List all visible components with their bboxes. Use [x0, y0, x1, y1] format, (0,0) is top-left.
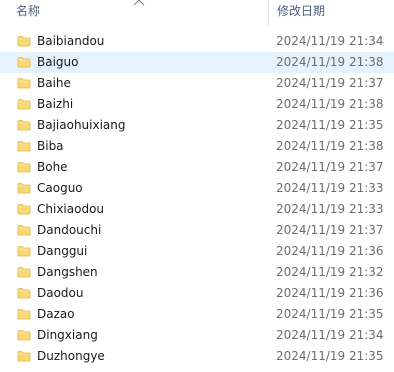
file-list-row[interactable]: Baiguo 2024/11/19 21:38: [0, 52, 394, 73]
date-modified: 2024/11/19 21:37: [276, 223, 384, 237]
folder-icon: [17, 288, 31, 299]
file-list-row[interactable]: Caoguo 2024/11/19 21:33: [0, 178, 394, 199]
file-name: Caoguo: [37, 181, 83, 195]
file-name: Bohe: [37, 160, 68, 174]
date-modified: 2024/11/19 21:35: [276, 118, 384, 132]
folder-icon: [17, 246, 31, 257]
file-name: Dingxiang: [37, 328, 98, 342]
column-header-date-modified[interactable]: 修改日期: [277, 3, 325, 19]
sort-up-icon: [133, 0, 145, 6]
file-list-row[interactable]: Baihe 2024/11/19 21:37: [0, 73, 394, 94]
file-list-row[interactable]: Danggui 2024/11/19 21:36: [0, 241, 394, 262]
file-name: Dazao: [37, 307, 75, 321]
date-modified: 2024/11/19 21:36: [276, 286, 384, 300]
file-name: Baiguo: [37, 55, 79, 69]
date-modified: 2024/11/19 21:35: [276, 307, 384, 321]
folder-icon: [17, 309, 31, 320]
file-name: Chixiaodou: [37, 202, 105, 216]
column-divider[interactable]: [268, 0, 269, 26]
file-list-row[interactable]: Bohe 2024/11/19 21:37: [0, 157, 394, 178]
date-modified: 2024/11/19 21:37: [276, 76, 384, 90]
file-list-row[interactable]: Dazao 2024/11/19 21:35: [0, 304, 394, 325]
date-modified: 2024/11/19 21:38: [276, 55, 384, 69]
folder-icon: [17, 120, 31, 131]
folder-icon: [17, 204, 31, 215]
file-list-row[interactable]: Baizhi 2024/11/19 21:38: [0, 94, 394, 115]
folder-icon: [17, 36, 31, 47]
date-modified: 2024/11/19 21:35: [276, 349, 384, 363]
file-list-row[interactable]: Biba 2024/11/19 21:38: [0, 136, 394, 157]
folder-icon: [17, 225, 31, 236]
file-name: Duzhongye: [37, 349, 105, 363]
date-modified: 2024/11/19 21:36: [276, 244, 384, 258]
date-modified: 2024/11/19 21:38: [276, 97, 384, 111]
file-name: Daodou: [37, 286, 84, 300]
date-modified: 2024/11/19 21:33: [276, 181, 384, 195]
file-name: Dandouchi: [37, 223, 102, 237]
file-name: Danggui: [37, 244, 88, 258]
file-name: Baizhi: [37, 97, 74, 111]
column-header: 名称 修改日期: [0, 0, 394, 26]
file-list-row[interactable]: Dangshen 2024/11/19 21:32: [0, 262, 394, 283]
date-modified: 2024/11/19 21:34: [276, 34, 384, 48]
folder-icon: [17, 141, 31, 152]
file-list: Baibiandou 2024/11/19 21:34 Baiguo 2024/…: [0, 31, 394, 367]
file-list-row[interactable]: Duzhongye 2024/11/19 21:35: [0, 346, 394, 367]
file-list-row[interactable]: Daodou 2024/11/19 21:36: [0, 283, 394, 304]
file-name: Dangshen: [37, 265, 98, 279]
file-name: Biba: [37, 139, 64, 153]
file-list-row[interactable]: Dandouchi 2024/11/19 21:37: [0, 220, 394, 241]
file-list-row[interactable]: Chixiaodou 2024/11/19 21:33: [0, 199, 394, 220]
file-list-row[interactable]: Baibiandou 2024/11/19 21:34: [0, 31, 394, 52]
date-modified: 2024/11/19 21:32: [276, 265, 384, 279]
folder-icon: [17, 183, 31, 194]
folder-icon: [17, 267, 31, 278]
date-modified: 2024/11/19 21:33: [276, 202, 384, 216]
file-name: Bajiaohuixiang: [37, 118, 126, 132]
date-modified: 2024/11/19 21:34: [276, 328, 384, 342]
folder-icon: [17, 162, 31, 173]
folder-icon: [17, 78, 31, 89]
file-list-row[interactable]: Bajiaohuixiang 2024/11/19 21:35: [0, 115, 394, 136]
folder-icon: [17, 330, 31, 341]
folder-icon: [17, 99, 31, 110]
file-name: Baihe: [37, 76, 71, 90]
date-modified: 2024/11/19 21:37: [276, 160, 384, 174]
date-modified: 2024/11/19 21:38: [276, 139, 384, 153]
file-list-row[interactable]: Dingxiang 2024/11/19 21:34: [0, 325, 394, 346]
file-name: Baibiandou: [37, 34, 105, 48]
folder-icon: [17, 57, 31, 68]
column-header-name[interactable]: 名称: [16, 3, 40, 19]
folder-icon: [17, 351, 31, 362]
